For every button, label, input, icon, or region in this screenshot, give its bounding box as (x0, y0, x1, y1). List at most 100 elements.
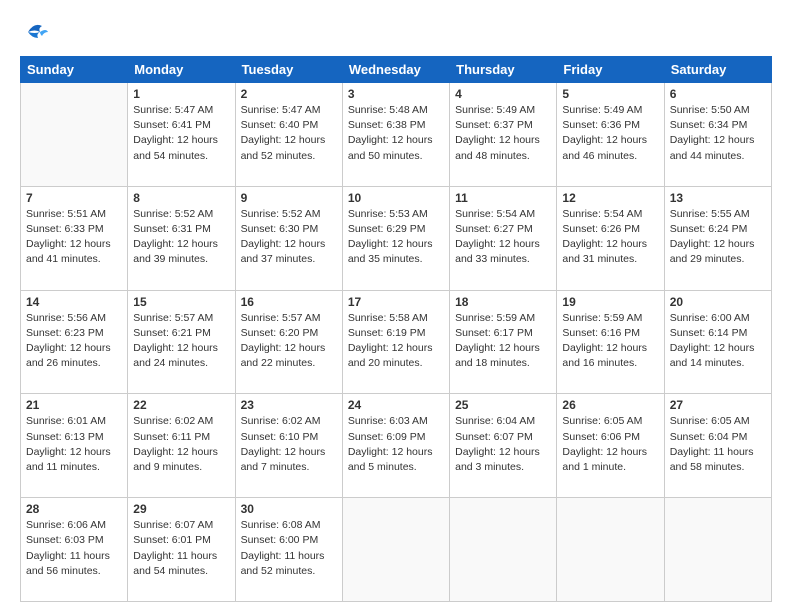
day-number: 15 (133, 295, 229, 309)
day-number: 1 (133, 87, 229, 101)
calendar-cell: 12Sunrise: 5:54 AMSunset: 6:26 PMDayligh… (557, 186, 664, 290)
weekday-header-row: SundayMondayTuesdayWednesdayThursdayFrid… (21, 57, 772, 83)
cell-content: Sunrise: 6:08 AMSunset: 6:00 PMDaylight:… (241, 518, 337, 579)
calendar-cell: 15Sunrise: 5:57 AMSunset: 6:21 PMDayligh… (128, 290, 235, 394)
day-number: 16 (241, 295, 337, 309)
cell-content: Sunrise: 5:55 AMSunset: 6:24 PMDaylight:… (670, 207, 766, 268)
day-number: 30 (241, 502, 337, 516)
calendar-cell: 11 Sunrise: 5:54 AMSunset: 6:27 PMDayligh… (450, 186, 557, 290)
cell-content: Sunrise: 6:02 AMSunset: 6:10 PMDaylight:… (241, 414, 337, 475)
calendar-cell: 6Sunrise: 5:50 AMSunset: 6:34 PMDaylight… (664, 83, 771, 187)
day-number: 13 (670, 191, 766, 205)
cell-content: Sunrise: 5:48 AMSunset: 6:38 PMDaylight:… (348, 103, 444, 164)
weekday-header-tuesday: Tuesday (235, 57, 342, 83)
day-number: 11 (455, 191, 551, 205)
day-number: 8 (133, 191, 229, 205)
calendar-cell: 4 Sunrise: 5:49 AMSunset: 6:37 PMDaylight… (450, 83, 557, 187)
calendar-cell: 24 Sunrise: 6:03 AMSunset: 6:09 PMDayligh… (342, 394, 449, 498)
cell-content: Sunrise: 5:51 AMSunset: 6:33 PMDaylight:… (26, 207, 122, 268)
week-row-3: 14 Sunrise: 5:56 AMSunset: 6:23 PMDayligh… (21, 290, 772, 394)
cell-content: Sunrise: 5:54 AMSunset: 6:27 PMDaylight:… (455, 207, 551, 268)
calendar-cell: 1 Sunrise: 5:47 AMSunset: 6:41 PMDaylight… (128, 83, 235, 187)
calendar-cell: 8 Sunrise: 5:52 AMSunset: 6:31 PMDaylight… (128, 186, 235, 290)
calendar-cell: 13 Sunrise: 5:55 AMSunset: 6:24 PMDayligh… (664, 186, 771, 290)
calendar-cell: 3Sunrise: 5:48 AMSunset: 6:38 PMDaylight… (342, 83, 449, 187)
cell-content: Sunrise: 5:49 AMSunset: 6:36 PMDaylight:… (562, 103, 658, 164)
day-number: 22 (133, 398, 229, 412)
calendar-cell: 18 Sunrise: 5:59 AMSunset: 6:17 PMDayligh… (450, 290, 557, 394)
day-number: 17 (348, 295, 444, 309)
weekday-header-thursday: Thursday (450, 57, 557, 83)
day-number: 19 (562, 295, 658, 309)
calendar-cell: 22 Sunrise: 6:02 AMSunset: 6:11 PMDayligh… (128, 394, 235, 498)
day-number: 9 (241, 191, 337, 205)
cell-content: Sunrise: 5:52 AMSunset: 6:30 PMDaylight:… (241, 207, 337, 268)
week-row-1: 1 Sunrise: 5:47 AMSunset: 6:41 PMDaylight… (21, 83, 772, 187)
page: SundayMondayTuesdayWednesdayThursdayFrid… (0, 0, 792, 612)
calendar-table: SundayMondayTuesdayWednesdayThursdayFrid… (20, 56, 772, 602)
cell-content: Sunrise: 6:02 AMSunset: 6:11 PMDaylight:… (133, 414, 229, 475)
day-number: 25 (455, 398, 551, 412)
day-number: 6 (670, 87, 766, 101)
cell-content: Sunrise: 5:57 AMSunset: 6:20 PMDaylight:… (241, 311, 337, 372)
week-row-2: 7 Sunrise: 5:51 AMSunset: 6:33 PMDaylight… (21, 186, 772, 290)
day-number: 26 (562, 398, 658, 412)
cell-content: Sunrise: 5:59 AMSunset: 6:16 PMDaylight:… (562, 311, 658, 372)
day-number: 12 (562, 191, 658, 205)
logo-bird-icon (20, 18, 50, 46)
cell-content: Sunrise: 6:05 AMSunset: 6:06 PMDaylight:… (562, 414, 658, 475)
calendar-cell: 19 Sunrise: 5:59 AMSunset: 6:16 PMDayligh… (557, 290, 664, 394)
cell-content: Sunrise: 5:56 AMSunset: 6:23 PMDaylight:… (26, 311, 122, 372)
cell-content: Sunrise: 6:00 AMSunset: 6:14 PMDaylight:… (670, 311, 766, 372)
cell-content: Sunrise: 5:59 AMSunset: 6:17 PMDaylight:… (455, 311, 551, 372)
weekday-header-wednesday: Wednesday (342, 57, 449, 83)
calendar-cell (342, 498, 449, 602)
calendar-cell: 30 Sunrise: 6:08 AMSunset: 6:00 PMDayligh… (235, 498, 342, 602)
calendar-cell (450, 498, 557, 602)
calendar-cell: 26 Sunrise: 6:05 AMSunset: 6:06 PMDayligh… (557, 394, 664, 498)
weekday-header-monday: Monday (128, 57, 235, 83)
cell-content: Sunrise: 6:07 AMSunset: 6:01 PMDaylight:… (133, 518, 229, 579)
calendar-cell: 28Sunrise: 6:06 AMSunset: 6:03 PMDayligh… (21, 498, 128, 602)
day-number: 20 (670, 295, 766, 309)
calendar-cell: 9 Sunrise: 5:52 AMSunset: 6:30 PMDaylight… (235, 186, 342, 290)
calendar-cell: 25 Sunrise: 6:04 AMSunset: 6:07 PMDayligh… (450, 394, 557, 498)
header (20, 18, 772, 46)
day-number: 18 (455, 295, 551, 309)
day-number: 2 (241, 87, 337, 101)
calendar-cell: 23 Sunrise: 6:02 AMSunset: 6:10 PMDayligh… (235, 394, 342, 498)
week-row-5: 28Sunrise: 6:06 AMSunset: 6:03 PMDayligh… (21, 498, 772, 602)
calendar-cell: 27Sunrise: 6:05 AMSunset: 6:04 PMDayligh… (664, 394, 771, 498)
calendar-cell: 29 Sunrise: 6:07 AMSunset: 6:01 PMDayligh… (128, 498, 235, 602)
weekday-header-saturday: Saturday (664, 57, 771, 83)
cell-content: Sunrise: 6:03 AMSunset: 6:09 PMDaylight:… (348, 414, 444, 475)
cell-content: Sunrise: 5:47 AMSunset: 6:40 PMDaylight:… (241, 103, 337, 164)
day-number: 4 (455, 87, 551, 101)
calendar-cell: 17 Sunrise: 5:58 AMSunset: 6:19 PMDayligh… (342, 290, 449, 394)
logo (20, 18, 54, 46)
day-number: 14 (26, 295, 122, 309)
calendar-cell: 2 Sunrise: 5:47 AMSunset: 6:40 PMDaylight… (235, 83, 342, 187)
day-number: 10 (348, 191, 444, 205)
calendar-cell (664, 498, 771, 602)
day-number: 23 (241, 398, 337, 412)
calendar-cell: 5Sunrise: 5:49 AMSunset: 6:36 PMDaylight… (557, 83, 664, 187)
calendar-cell: 7 Sunrise: 5:51 AMSunset: 6:33 PMDaylight… (21, 186, 128, 290)
weekday-header-friday: Friday (557, 57, 664, 83)
cell-content: Sunrise: 6:04 AMSunset: 6:07 PMDaylight:… (455, 414, 551, 475)
cell-content: Sunrise: 5:53 AMSunset: 6:29 PMDaylight:… (348, 207, 444, 268)
calendar-cell (557, 498, 664, 602)
week-row-4: 21Sunrise: 6:01 AMSunset: 6:13 PMDayligh… (21, 394, 772, 498)
cell-content: Sunrise: 5:47 AMSunset: 6:41 PMDaylight:… (133, 103, 229, 164)
calendar-cell: 20 Sunrise: 6:00 AMSunset: 6:14 PMDayligh… (664, 290, 771, 394)
cell-content: Sunrise: 5:58 AMSunset: 6:19 PMDaylight:… (348, 311, 444, 372)
day-number: 7 (26, 191, 122, 205)
cell-content: Sunrise: 5:52 AMSunset: 6:31 PMDaylight:… (133, 207, 229, 268)
day-number: 21 (26, 398, 122, 412)
day-number: 24 (348, 398, 444, 412)
calendar-cell: 10 Sunrise: 5:53 AMSunset: 6:29 PMDayligh… (342, 186, 449, 290)
calendar-cell: 21Sunrise: 6:01 AMSunset: 6:13 PMDayligh… (21, 394, 128, 498)
day-number: 27 (670, 398, 766, 412)
cell-content: Sunrise: 5:49 AMSunset: 6:37 PMDaylight:… (455, 103, 551, 164)
day-number: 29 (133, 502, 229, 516)
